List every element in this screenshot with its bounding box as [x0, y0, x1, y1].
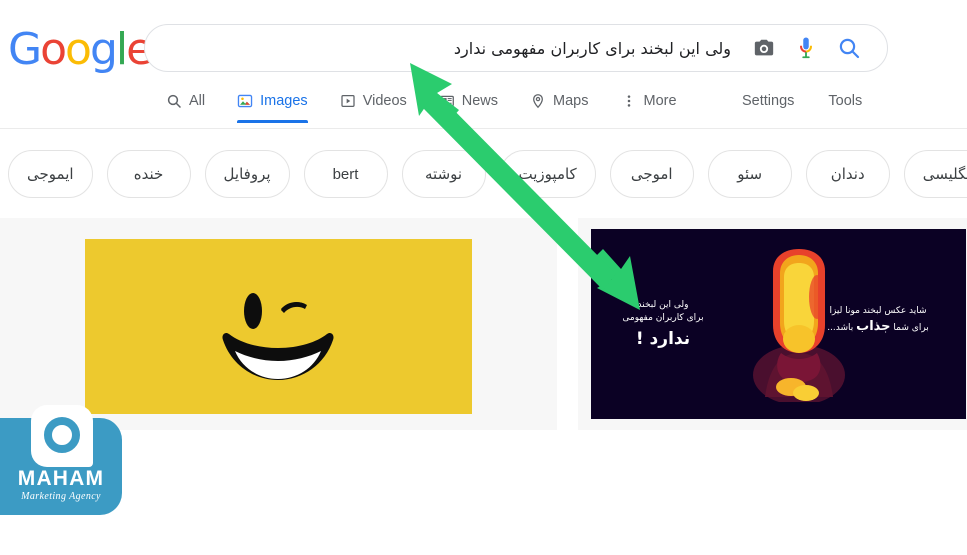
watermark-tagline: Marketing Agency: [21, 491, 101, 502]
chip-khande[interactable]: خنده: [106, 150, 191, 198]
tools-link[interactable]: Tools: [828, 93, 862, 109]
mona-right-prefix: برای شما: [890, 323, 929, 334]
mona-right-suffix: باشد...: [827, 323, 857, 334]
chip-emoji-2[interactable]: اموجی: [609, 150, 694, 198]
tab-maps[interactable]: Maps: [530, 84, 602, 118]
news-icon: [439, 93, 455, 109]
search-box[interactable]: [144, 24, 888, 72]
chip-bert[interactable]: bert: [303, 150, 388, 198]
more-vertical-icon: [621, 93, 637, 109]
chip-english[interactable]: انگلیسی: [903, 150, 967, 198]
nav-tabs: All Images Videos News Maps More: [166, 84, 709, 123]
video-icon: [340, 93, 356, 109]
logo-letter-g1: G: [8, 24, 42, 75]
chip-profile[interactable]: پروفایل: [204, 150, 290, 198]
chip-neveshte[interactable]: نوشته: [401, 150, 486, 198]
image-results-grid: ولی این لبخند برای کاربران مفهومی ندارد …: [0, 218, 967, 550]
search-input[interactable]: [145, 25, 753, 71]
chip-composite[interactable]: کامپوزیت: [499, 150, 596, 198]
search-box-icons: [753, 36, 887, 60]
tab-videos[interactable]: Videos: [340, 84, 421, 118]
mona-lisa-thermal-thumbnail[interactable]: ولی این لبخند برای کاربران مفهومی ندارد …: [591, 229, 966, 419]
tab-more[interactable]: More: [621, 84, 691, 118]
mona-left-line1: ولی این لبخند: [637, 300, 689, 310]
mona-left-line2: برای کاربران مفهومی: [622, 313, 704, 324]
watermark-ring-icon: [44, 417, 80, 453]
related-search-chips: ایموجی خنده پروفایل bert نوشته کامپوزیت …: [0, 140, 967, 208]
chip-dandan[interactable]: دندان: [805, 150, 890, 198]
maham-watermark-logo: MAHAM Marketing Agency: [0, 405, 124, 515]
tab-videos-label: Videos: [362, 93, 407, 109]
nav-right-links: Settings Tools: [742, 84, 862, 118]
watermark-brand-name: MAHAM: [17, 467, 105, 490]
image-icon: [237, 93, 253, 109]
page-header: Google ولی این لبخند برای کاربران مفهومی…: [0, 0, 967, 129]
tab-images[interactable]: Images: [237, 84, 322, 123]
tab-all[interactable]: All: [166, 84, 219, 118]
logo-letter-l: l: [115, 24, 128, 75]
header-divider: [0, 128, 967, 129]
google-images-search-page: Google ولی این لبخند برای کاربران مفهومی…: [0, 0, 967, 550]
nav-row: All Images Videos News Maps More Setting…: [0, 84, 967, 124]
result-card-smiley[interactable]: [0, 218, 557, 430]
microphone-icon[interactable]: [795, 36, 817, 60]
google-logo[interactable]: Google: [8, 24, 153, 75]
mona-right-emphasis: جذاب: [856, 319, 891, 335]
logo-letter-o1: o: [40, 24, 67, 75]
mona-left-caption: ولی این لبخند برای کاربران مفهومی ندارد …: [598, 299, 728, 352]
mona-right-caption: شاید عکس لبخند مونا لیزا برای شما جذاب ب…: [803, 305, 953, 337]
tab-images-label: Images: [260, 93, 308, 109]
chip-seo[interactable]: سئو: [707, 150, 792, 198]
active-tab-underline: [237, 120, 308, 123]
tab-all-label: All: [189, 93, 206, 109]
search-submit-icon[interactable]: [837, 36, 861, 60]
logo-letter-o2: o: [65, 24, 92, 75]
watermark-bubble-icon: [31, 405, 93, 467]
tab-maps-label: Maps: [553, 93, 589, 109]
map-pin-icon: [530, 93, 546, 109]
chip-emoji-1[interactable]: ایموجی: [8, 150, 93, 198]
magnifier-icon: [166, 93, 182, 109]
mona-left-emphasis: ندارد !: [635, 329, 691, 350]
settings-link[interactable]: Settings: [742, 93, 794, 109]
winking-smiley-thumbnail[interactable]: [85, 239, 472, 414]
tab-news-label: News: [461, 93, 499, 109]
result-card-mona-lisa[interactable]: ولی این لبخند برای کاربران مفهومی ندارد …: [578, 218, 967, 430]
logo-letter-g2: g: [89, 24, 118, 75]
tab-more-label: More: [643, 93, 677, 109]
mona-right-line1: شاید عکس لبخند مونا لیزا: [829, 306, 927, 316]
camera-icon[interactable]: [753, 37, 775, 59]
tab-news[interactable]: News: [439, 84, 512, 118]
